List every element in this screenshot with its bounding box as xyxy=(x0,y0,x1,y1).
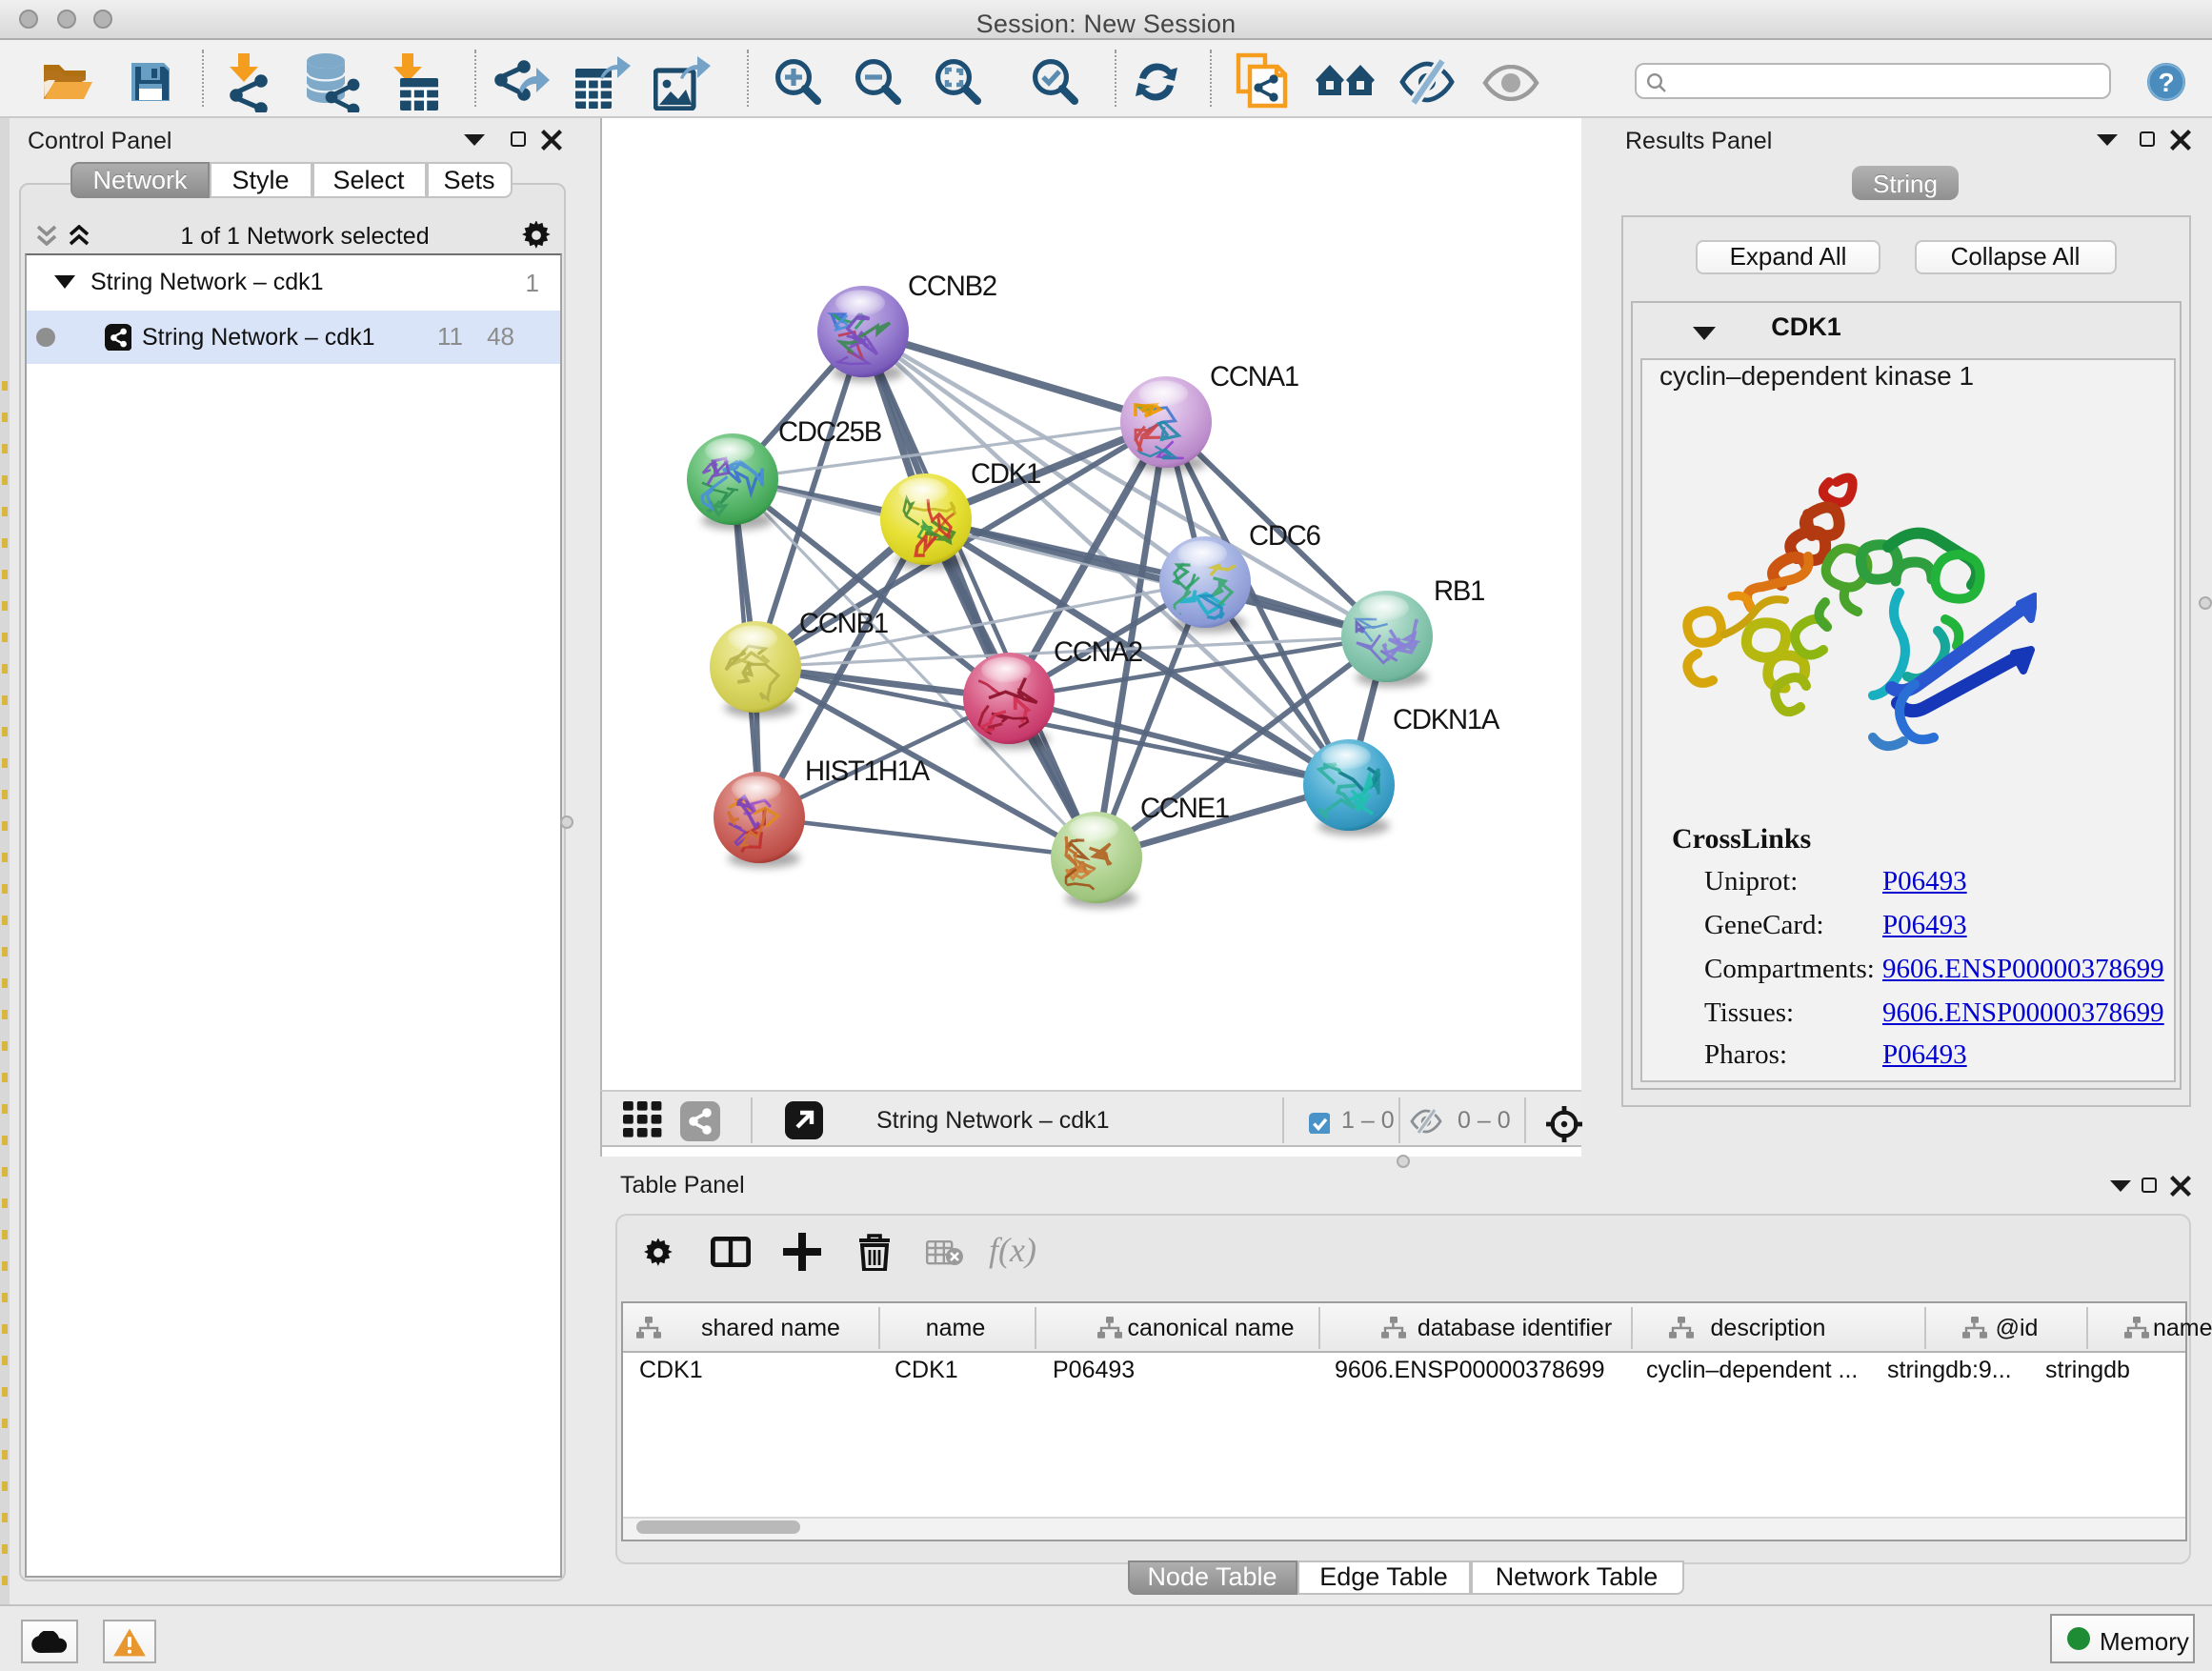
svg-text:CCNB1: CCNB1 xyxy=(799,609,888,639)
svg-text:CDKN1A: CDKN1A xyxy=(1393,705,1500,735)
svg-text:?: ? xyxy=(2158,68,2174,97)
svg-text:HIST1H1A: HIST1H1A xyxy=(805,756,931,787)
svg-text:CCNE1: CCNE1 xyxy=(1140,794,1229,824)
svg-text:CCNA1: CCNA1 xyxy=(1210,362,1298,393)
svg-text:CCNA2: CCNA2 xyxy=(1054,637,1142,668)
svg-text:CDK1: CDK1 xyxy=(971,459,1040,490)
svg-text:CDC6: CDC6 xyxy=(1249,521,1320,552)
svg-text:CDC25B: CDC25B xyxy=(778,417,881,448)
svg-text:RB1: RB1 xyxy=(1434,576,1484,607)
svg-text:CCNB2: CCNB2 xyxy=(908,272,996,302)
